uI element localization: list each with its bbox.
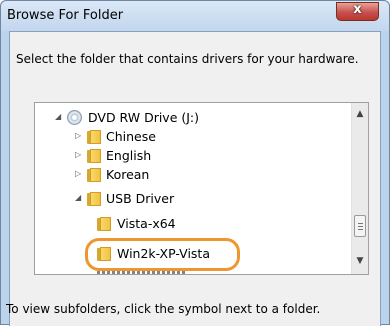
folder-icon bbox=[87, 130, 101, 144]
tree-item-label: Korean bbox=[106, 167, 150, 182]
title-bar[interactable]: Browse For Folder x bbox=[1, 1, 389, 31]
folder-icon bbox=[97, 217, 111, 231]
collapsed-triangle-icon[interactable]: ▷ bbox=[75, 150, 81, 159]
close-icon: x bbox=[353, 2, 362, 17]
close-button[interactable]: x bbox=[336, 2, 379, 21]
expanded-triangle-icon[interactable]: ◢ bbox=[75, 193, 81, 202]
folder-icon bbox=[87, 149, 101, 163]
tree-item-label: Chinese bbox=[106, 129, 156, 144]
collapsed-triangle-icon[interactable]: ▷ bbox=[75, 131, 81, 140]
tree-item-label: DVD RW Drive (J:) bbox=[88, 110, 200, 125]
tree-item-korean[interactable]: ▷ Korean bbox=[75, 166, 235, 184]
folder-icon bbox=[87, 168, 101, 182]
folder-icon bbox=[87, 192, 101, 206]
dialog-title: Browse For Folder bbox=[7, 8, 124, 23]
expanded-triangle-icon[interactable]: ◢ bbox=[55, 112, 61, 121]
tree-item-label: USB Driver bbox=[106, 191, 175, 206]
tree-item-drive[interactable]: ◢ DVD RW Drive (J:) bbox=[55, 109, 275, 127]
tree-scrollbar[interactable]: ▲ ▼ bbox=[351, 103, 368, 274]
scroll-up-arrow-icon[interactable]: ▲ bbox=[354, 109, 366, 123]
hint-text: To view subfolders, click the symbol nex… bbox=[6, 302, 321, 316]
highlight-ring bbox=[85, 238, 240, 271]
dvd-drive-icon bbox=[67, 110, 82, 125]
tree-item-chinese[interactable]: ▷ Chinese bbox=[75, 128, 235, 146]
scroll-down-arrow-icon[interactable]: ▼ bbox=[354, 256, 366, 270]
tree-item-usb-driver[interactable]: ◢ USB Driver bbox=[75, 190, 235, 208]
partially-hidden-item bbox=[97, 271, 187, 274]
instruction-text: Select the folder that contains drivers … bbox=[16, 52, 359, 66]
tree-item-label: English bbox=[106, 148, 152, 163]
tree-item-english[interactable]: ▷ English bbox=[75, 147, 235, 165]
tree-item-vista-x64[interactable]: Vista-x64 bbox=[93, 215, 253, 233]
scroll-thumb[interactable] bbox=[354, 215, 366, 237]
collapsed-triangle-icon[interactable]: ▷ bbox=[75, 169, 81, 178]
tree-item-label: Vista-x64 bbox=[117, 216, 176, 231]
